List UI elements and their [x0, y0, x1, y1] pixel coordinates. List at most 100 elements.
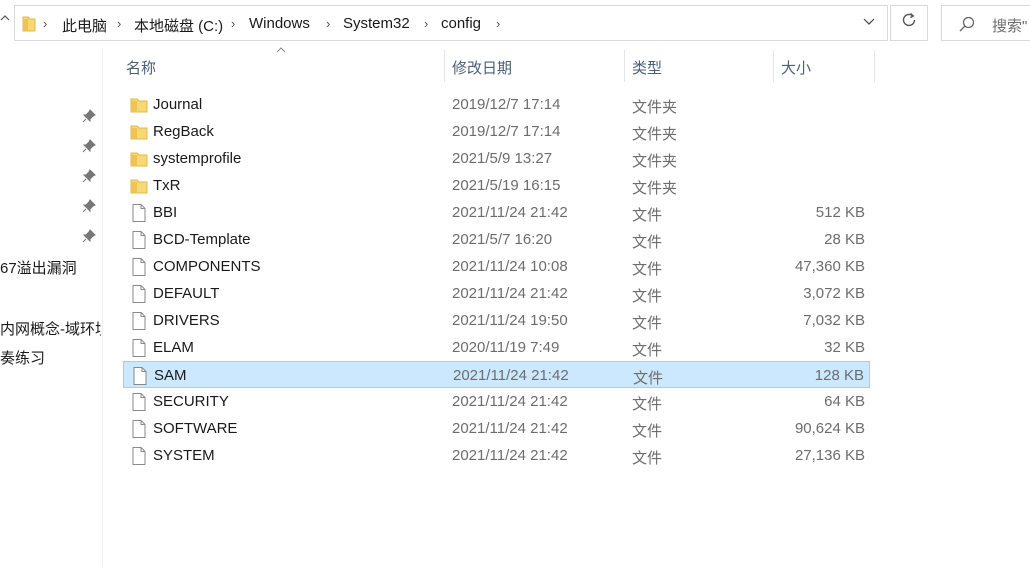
pin-icon[interactable]: [82, 109, 96, 123]
file-name[interactable]: systemprofile: [153, 150, 241, 167]
file-row[interactable]: RegBack 2019/12/7 17:14 文件夹: [123, 118, 870, 145]
nav-item-overflow-vuln[interactable]: 67溢出漏洞: [0, 257, 77, 278]
column-divider[interactable]: [624, 50, 625, 82]
file-name[interactable]: COMPONENTS: [153, 258, 261, 275]
file-row[interactable]: DEFAULT 2021/11/24 21:42 文件 3,072 KB: [123, 280, 870, 307]
file-size: 7,032 KB: [803, 312, 865, 329]
file-type: 文件: [633, 370, 664, 387]
column-divider[interactable]: [444, 50, 445, 82]
file-size: 3,072 KB: [803, 285, 865, 302]
file-icon: [130, 284, 148, 304]
file-row[interactable]: COMPONENTS 2021/11/24 10:08 文件 47,360 KB: [123, 253, 870, 280]
pane-divider[interactable]: [102, 48, 103, 567]
folder-icon: [130, 122, 148, 142]
file-modified-date: 2019/12/7 17:14: [452, 96, 561, 113]
file-row[interactable]: BCD-Template 2021/5/7 16:20 文件 28 KB: [123, 226, 870, 253]
pin-icon[interactable]: [82, 139, 96, 153]
address-bar[interactable]: › 此电脑 › 本地磁盘 (C:) › Windows › System32 ›…: [14, 5, 888, 41]
file-size: 512 KB: [815, 204, 865, 221]
chevron-right-icon[interactable]: ›: [231, 16, 235, 31]
file-name[interactable]: RegBack: [153, 123, 214, 140]
file-size: 128 KB: [814, 367, 864, 384]
nav-item-intranet-concepts[interactable]: 内网概念-域环境: [0, 318, 101, 339]
file-name[interactable]: DRIVERS: [153, 312, 220, 329]
breadcrumb-system32[interactable]: System32: [343, 15, 410, 32]
file-type: 文件夹: [632, 153, 678, 170]
file-type: 文件: [632, 423, 663, 440]
pin-icon[interactable]: [82, 169, 96, 183]
file-row[interactable]: SOFTWARE 2021/11/24 21:42 文件 90,624 KB: [123, 415, 870, 442]
file-row[interactable]: TxR 2021/5/19 16:15 文件夹: [123, 172, 870, 199]
chevron-down-icon[interactable]: [863, 15, 875, 30]
file-row[interactable]: SECURITY 2021/11/24 21:42 文件 64 KB: [123, 388, 870, 415]
file-name[interactable]: SECURITY: [153, 393, 229, 410]
pin-icon[interactable]: [82, 199, 96, 213]
file-row[interactable]: Journal 2019/12/7 17:14 文件夹: [123, 91, 870, 118]
file-icon: [130, 257, 148, 277]
file-row[interactable]: systemprofile 2021/5/9 13:27 文件夹: [123, 145, 870, 172]
file-modified-date: 2021/5/9 13:27: [452, 150, 553, 167]
file-name[interactable]: DEFAULT: [153, 285, 219, 302]
file-row[interactable]: SYSTEM 2021/11/24 21:42 文件 27,136 KB: [123, 442, 870, 469]
file-size: 27,136 KB: [794, 447, 865, 464]
pin-icon[interactable]: [82, 229, 96, 243]
file-modified-date: 2021/11/24 10:08: [452, 258, 568, 275]
file-modified-date: 2021/11/24 19:50: [452, 312, 568, 329]
chevron-right-icon[interactable]: ›: [43, 16, 47, 31]
nav-item-practice[interactable]: 奏练习: [0, 347, 45, 368]
file-name[interactable]: Journal: [153, 96, 202, 113]
chevron-right-icon[interactable]: ›: [117, 16, 121, 31]
file-icon: [131, 366, 149, 386]
file-type: 文件: [632, 234, 663, 251]
file-name[interactable]: BCD-Template: [153, 231, 251, 248]
file-row[interactable]: ELAM 2020/11/19 7:49 文件 32 KB: [123, 334, 870, 361]
file-type: 文件: [632, 207, 663, 224]
file-type: 文件: [632, 342, 663, 359]
file-icon: [130, 446, 148, 466]
file-modified-date: 2020/11/19 7:49: [452, 339, 560, 356]
column-divider[interactable]: [874, 50, 875, 82]
file-row[interactable]: DRIVERS 2021/11/24 19:50 文件 7,032 KB: [123, 307, 870, 334]
file-name[interactable]: SYSTEM: [153, 447, 215, 464]
search-placeholder[interactable]: 搜索": [992, 15, 1027, 36]
file-modified-date: 2021/11/24 21:42: [452, 393, 568, 410]
file-type: 文件: [632, 315, 663, 332]
file-modified-date: 2021/11/24 21:42: [452, 447, 568, 464]
column-divider[interactable]: [773, 50, 774, 82]
file-icon: [130, 338, 148, 358]
breadcrumb-this-pc[interactable]: 此电脑: [62, 15, 107, 36]
file-name[interactable]: ELAM: [153, 339, 194, 356]
file-icon: [130, 311, 148, 331]
file-type: 文件: [632, 450, 663, 467]
file-name[interactable]: SOFTWARE: [153, 420, 237, 437]
file-size: 64 KB: [824, 393, 865, 410]
sort-ascending-icon: [276, 44, 286, 56]
column-header-type[interactable]: 类型: [632, 57, 662, 78]
file-size: 28 KB: [824, 231, 865, 248]
file-name[interactable]: SAM: [154, 367, 187, 384]
file-name[interactable]: BBI: [153, 204, 177, 221]
chevron-right-icon[interactable]: ›: [326, 16, 330, 31]
search-box[interactable]: 搜索": [941, 5, 1030, 41]
file-row[interactable]: SAM 2021/11/24 21:42 文件 128 KB: [123, 361, 870, 388]
chevron-right-icon[interactable]: ›: [496, 16, 500, 31]
file-row[interactable]: BBI 2021/11/24 21:42 文件 512 KB: [123, 199, 870, 226]
file-name[interactable]: TxR: [153, 177, 181, 194]
column-header-size[interactable]: 大小: [781, 57, 811, 78]
file-type: 文件夹: [632, 99, 678, 116]
column-header-date[interactable]: 修改日期: [452, 57, 512, 78]
file-modified-date: 2021/5/7 16:20: [452, 231, 553, 248]
nav-expand-chevron-icon[interactable]: [0, 11, 10, 27]
breadcrumb-local-disk[interactable]: 本地磁盘 (C:): [134, 15, 223, 36]
refresh-button[interactable]: [890, 5, 928, 41]
search-icon: [958, 15, 976, 38]
chevron-right-icon[interactable]: ›: [424, 16, 428, 31]
breadcrumb-config[interactable]: config: [441, 15, 481, 32]
refresh-icon: [900, 11, 918, 35]
file-type: 文件: [632, 288, 663, 305]
column-header-name[interactable]: 名称: [126, 57, 156, 78]
folder-icon: [130, 149, 148, 169]
file-size: 47,360 KB: [794, 258, 865, 275]
breadcrumb-windows[interactable]: Windows: [249, 15, 310, 32]
file-modified-date: 2019/12/7 17:14: [452, 123, 561, 140]
